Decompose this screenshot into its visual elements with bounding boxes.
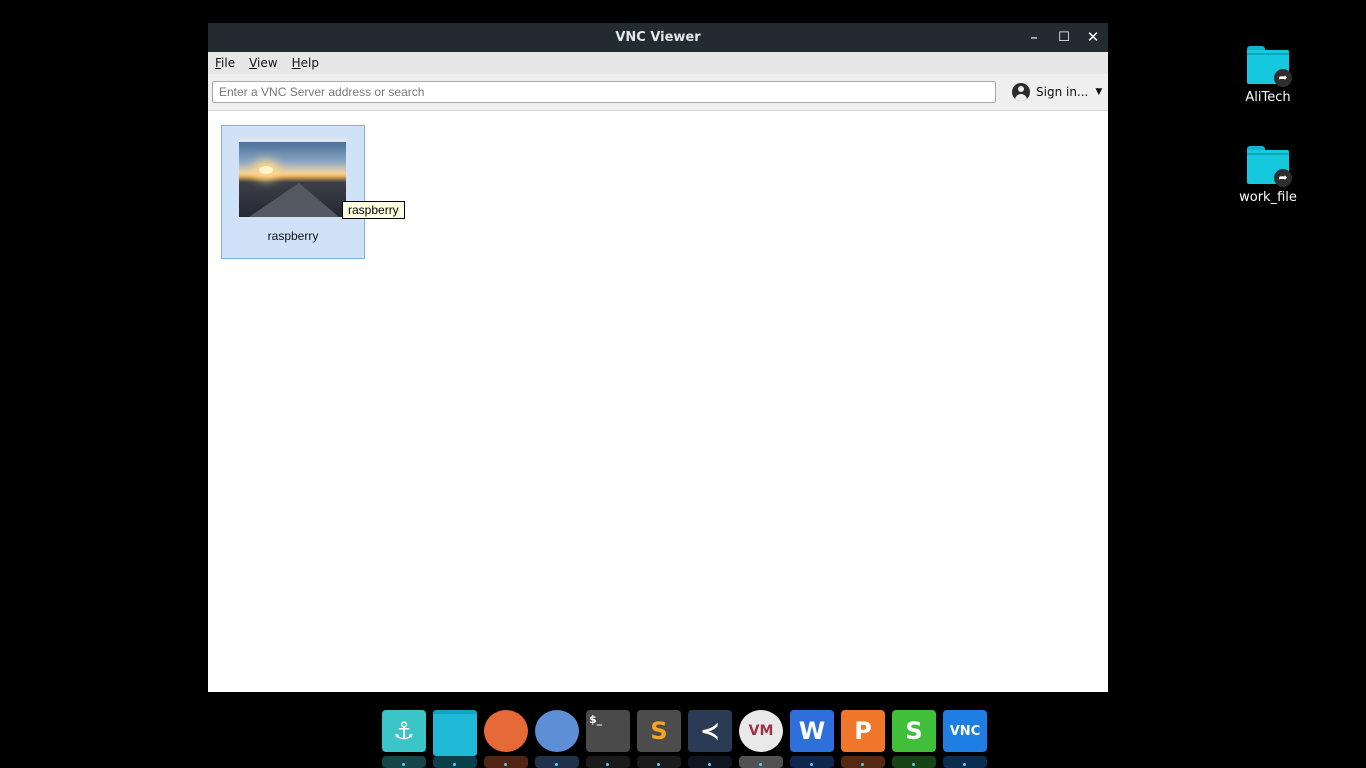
menu-bar: File View Help bbox=[208, 52, 1108, 74]
wps-spreadsheet-icon: S bbox=[892, 710, 936, 752]
desktop-icon-alitech[interactable]: ➦ AliTech bbox=[1228, 46, 1308, 105]
minimize-button[interactable]: – bbox=[1020, 23, 1048, 52]
chromium-icon bbox=[535, 710, 579, 752]
running-indicator bbox=[912, 763, 915, 766]
running-indicator bbox=[657, 763, 660, 766]
dock-wps-presentation-button[interactable]: P bbox=[839, 706, 887, 768]
dock-reflection bbox=[841, 756, 885, 768]
connection-thumbnail bbox=[239, 138, 346, 217]
dock-reflection bbox=[637, 756, 681, 768]
vm-icon: VM bbox=[739, 710, 783, 752]
running-indicator bbox=[759, 763, 762, 766]
dock-reflection bbox=[382, 756, 426, 768]
connection-tile-raspberry[interactable]: raspberry bbox=[221, 125, 365, 259]
dock-reflection bbox=[790, 756, 834, 768]
running-indicator bbox=[861, 763, 864, 766]
shared-folder-icon: ➦ bbox=[1247, 146, 1292, 187]
dropdown-caret-icon: ▼ bbox=[1095, 87, 1103, 97]
server-search-input[interactable] bbox=[212, 81, 996, 103]
running-indicator bbox=[606, 763, 609, 766]
window-title: VNC Viewer bbox=[615, 30, 701, 45]
desktop-icon-label: work_file bbox=[1239, 190, 1297, 205]
connections-area: raspberry raspberry bbox=[208, 111, 1108, 692]
user-avatar-icon bbox=[1012, 83, 1030, 101]
dock-wps-spreadsheet-button[interactable]: S bbox=[890, 706, 938, 768]
desktop-icon-label: AliTech bbox=[1245, 90, 1291, 105]
desktop-icon-work-file[interactable]: ➦ work_file bbox=[1228, 146, 1308, 205]
dock-reflection bbox=[433, 756, 477, 768]
dock-vnc-viewer-button[interactable]: VNC bbox=[941, 706, 989, 768]
tooltip: raspberry bbox=[342, 201, 405, 219]
dock-reflection bbox=[484, 756, 528, 768]
title-bar[interactable]: VNC Viewer – ☐ ✕ bbox=[208, 23, 1108, 52]
maximize-button[interactable]: ☐ bbox=[1050, 23, 1078, 52]
running-indicator bbox=[555, 763, 558, 766]
dock-reflection bbox=[688, 756, 732, 768]
close-button[interactable]: ✕ bbox=[1079, 23, 1107, 52]
vnc-viewer-icon: VNC bbox=[943, 710, 987, 752]
dock-reflection bbox=[892, 756, 936, 768]
connection-label: raspberry bbox=[267, 229, 319, 243]
dock-sublime-button[interactable]: S bbox=[635, 706, 683, 768]
terminal-icon: $_ bbox=[586, 710, 630, 752]
dock-reflection bbox=[586, 756, 630, 768]
dock-chromium-button[interactable] bbox=[533, 706, 581, 768]
files-icon bbox=[433, 710, 477, 756]
firefox-icon bbox=[484, 710, 528, 752]
dock-reflection bbox=[535, 756, 579, 768]
dock-wps-writer-button[interactable]: W bbox=[788, 706, 836, 768]
vnc-viewer-window: VNC Viewer – ☐ ✕ File View Help Sign in.… bbox=[208, 23, 1108, 692]
running-indicator bbox=[810, 763, 813, 766]
dock-firefox-button[interactable] bbox=[482, 706, 530, 768]
toolbar: Sign in... ▼ bbox=[208, 74, 1108, 111]
anchor-icon: ⚓ bbox=[382, 710, 426, 752]
menu-help[interactable]: Help bbox=[292, 56, 319, 70]
running-indicator bbox=[402, 763, 405, 766]
shared-folder-icon: ➦ bbox=[1247, 46, 1292, 87]
dock-vscode-button[interactable]: ≺ bbox=[686, 706, 734, 768]
sublime-icon: S bbox=[637, 710, 681, 752]
menu-file[interactable]: File bbox=[215, 56, 235, 70]
dock-vm-button[interactable]: VM bbox=[737, 706, 785, 768]
running-indicator bbox=[504, 763, 507, 766]
menu-view[interactable]: View bbox=[249, 56, 277, 70]
vscode-icon: ≺ bbox=[688, 710, 732, 752]
dock: ⚓ $_ S ≺ VM W P S VNC bbox=[380, 706, 989, 768]
dock-reflection bbox=[943, 756, 987, 768]
dock-terminal-button[interactable]: $_ bbox=[584, 706, 632, 768]
wps-presentation-icon: P bbox=[841, 710, 885, 752]
dock-reflection bbox=[739, 756, 783, 768]
running-indicator bbox=[453, 763, 456, 766]
sign-in-label: Sign in... bbox=[1036, 85, 1089, 99]
running-indicator bbox=[708, 763, 711, 766]
dock-files-button[interactable] bbox=[431, 706, 479, 768]
sign-in-button[interactable]: Sign in... ▼ bbox=[1012, 81, 1102, 103]
running-indicator bbox=[963, 763, 966, 766]
wps-writer-icon: W bbox=[790, 710, 834, 752]
dock-anchor-button[interactable]: ⚓ bbox=[380, 706, 428, 768]
